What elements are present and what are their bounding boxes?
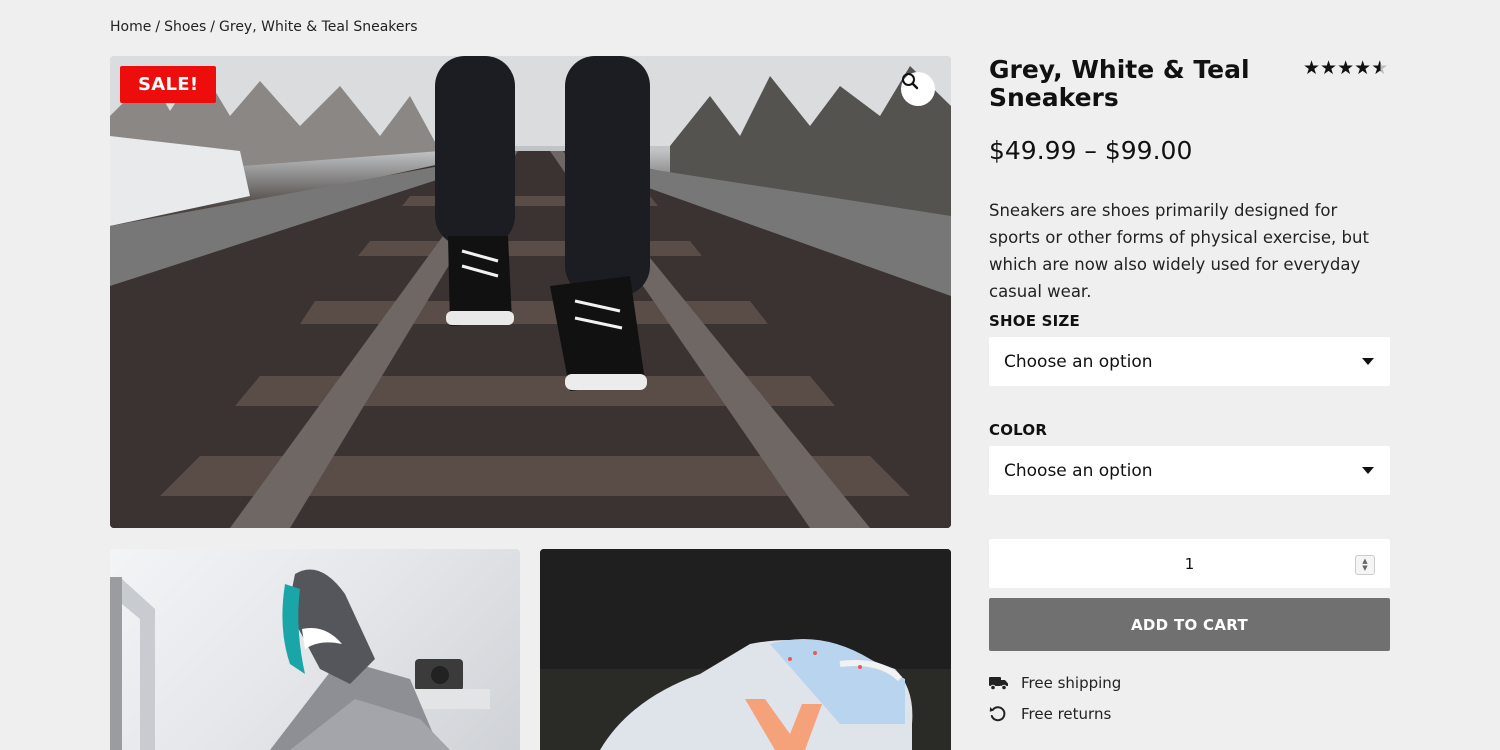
free-shipping: Free shipping (989, 674, 1121, 692)
zoom-button[interactable] (901, 72, 935, 106)
star-icon: ★ (1303, 57, 1321, 79)
return-arrow-icon (989, 705, 1009, 723)
magnifier-icon (902, 73, 919, 90)
star-icon: ★ (1354, 57, 1372, 79)
caret-down-icon (1362, 467, 1374, 474)
color-value: Choose an option (1004, 460, 1153, 481)
grey-teal-sneaker-photo (110, 569, 490, 750)
free-returns-label: Free returns (1021, 705, 1112, 723)
color-label: COLOR (989, 421, 1048, 439)
railway-sneakers-photo (110, 56, 951, 528)
truck-icon (989, 674, 1009, 692)
gallery-thumbnail-1[interactable] (110, 549, 520, 750)
quantity-input[interactable]: 1 ▲ ▼ (989, 539, 1390, 588)
breadcrumb-separator: / (155, 19, 161, 35)
half-star-icon: ★ (1371, 57, 1389, 79)
breadcrumb: Home / Shoes / Grey, White & Teal Sneakers (110, 19, 418, 35)
star-icon: ★ (1337, 57, 1355, 79)
product-description: Sneakers are shoes primarily designed fo… (989, 201, 1369, 301)
stepper-down-icon: ▼ (1362, 564, 1368, 572)
add-to-cart-button[interactable]: ADD TO CART (989, 598, 1390, 651)
breadcrumb-shoes[interactable]: Shoes (164, 19, 206, 35)
breadcrumb-separator: / (210, 19, 216, 35)
product-title: Grey, White & Teal Sneakers (989, 55, 1250, 112)
color-select[interactable]: Choose an option (989, 446, 1390, 495)
star-rating: ★ ★ ★ ★ ★ (1303, 57, 1389, 79)
shoe-size-label: SHOE SIZE (989, 312, 1080, 330)
sale-badge: SALE! (120, 66, 217, 103)
gallery-thumbnail-2[interactable] (540, 549, 951, 750)
free-shipping-label: Free shipping (1021, 674, 1122, 692)
product-price: $49.99 – $99.00 (989, 136, 1193, 165)
white-new-balance-sneaker-photo (540, 549, 951, 750)
shoe-size-value: Choose an option (1004, 351, 1153, 372)
quantity-value: 1 (1184, 554, 1195, 573)
breadcrumb-current: Grey, White & Teal Sneakers (219, 19, 418, 35)
caret-down-icon (1362, 358, 1374, 365)
main-product-image[interactable]: SALE! (110, 56, 951, 528)
free-returns: Free returns (989, 705, 1111, 723)
star-icon: ★ (1320, 57, 1338, 79)
shoe-size-select[interactable]: Choose an option (989, 337, 1390, 386)
breadcrumb-home[interactable]: Home (110, 19, 151, 35)
quantity-stepper[interactable]: ▲ ▼ (1355, 555, 1375, 575)
